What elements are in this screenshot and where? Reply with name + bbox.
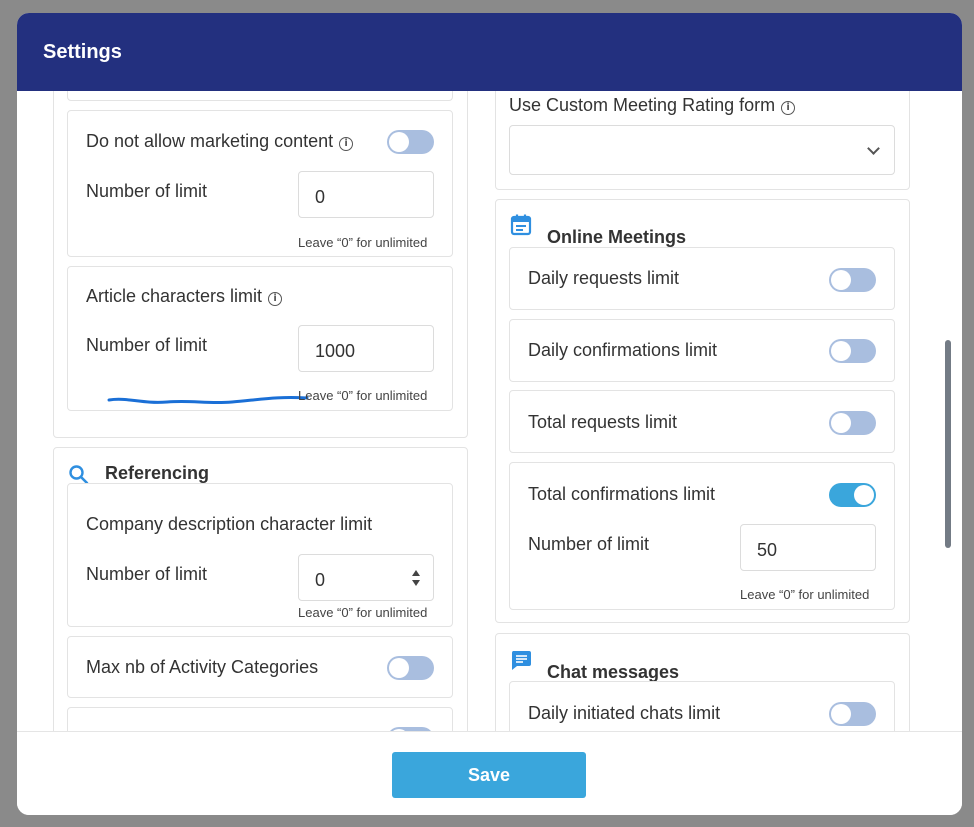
toggle-knob <box>831 270 851 290</box>
info-icon[interactable]: i <box>268 292 283 306</box>
total-confirmations-limit-label: Number of limit <box>528 534 650 554</box>
chevron-down-icon[interactable] <box>867 142 880 155</box>
marketing-limit-input[interactable]: 0 <box>298 171 434 218</box>
save-button[interactable]: Save <box>392 752 586 798</box>
company-desc-limit-label: Number of limit <box>86 564 208 584</box>
modal-title: Settings <box>43 41 122 63</box>
calendar-icon <box>510 214 532 236</box>
toggle-knob <box>389 658 409 678</box>
company-desc-limit-hint: Leave “0” for unlimited <box>298 605 428 620</box>
annotation-underline <box>107 395 309 405</box>
rating-select[interactable] <box>509 125 895 175</box>
daily-requests-label: Daily requests limit <box>528 268 680 288</box>
info-icon[interactable]: i <box>339 137 354 151</box>
company-desc-label: Company description character limit <box>86 514 373 534</box>
marketing-toggle[interactable] <box>387 130 434 154</box>
referencing-title: Referencing <box>105 463 210 483</box>
company-desc-limit-value: 0 <box>315 570 326 590</box>
modal-body[interactable]: Do not allow marketing content i Number o… <box>17 91 962 731</box>
modal-footer: Save <box>17 731 962 815</box>
article-label-text: Article characters limit <box>86 286 263 306</box>
toggle-knob <box>831 341 851 361</box>
marketing-label-text: Do not allow marketing content <box>86 131 334 151</box>
chat-messages-title: Chat messages <box>547 662 680 682</box>
modal-header: Settings <box>17 13 962 91</box>
daily-requests-toggle[interactable] <box>829 268 876 292</box>
rating-label: Use Custom Meeting Rating form i <box>509 95 796 116</box>
daily-confirmations-label: Daily confirmations limit <box>528 340 718 360</box>
online-meetings-title: Online Meetings <box>547 227 687 247</box>
daily-initiated-chats-label: Daily initiated chats limit <box>528 703 721 723</box>
rating-label-text: Use Custom Meeting Rating form <box>509 95 776 115</box>
article-label: Article characters limit i <box>86 286 283 307</box>
previous-setting-card <box>67 91 453 101</box>
stepper-down-icon[interactable] <box>412 580 420 586</box>
daily-initiated-chats-toggle[interactable] <box>829 702 876 726</box>
article-limit-label: Number of limit <box>86 335 208 355</box>
article-limit-input[interactable]: 1000 <box>298 325 434 372</box>
toggle-knob <box>854 485 874 505</box>
toggle-knob <box>831 413 851 433</box>
stepper-up-icon[interactable] <box>412 570 420 576</box>
total-confirmations-limit-input[interactable]: 50 <box>740 524 876 571</box>
total-requests-label: Total requests limit <box>528 412 678 432</box>
total-confirmations-toggle[interactable] <box>829 483 876 507</box>
settings-modal: Settings Do not allow marketing content i… <box>17 13 962 815</box>
total-requests-toggle[interactable] <box>829 411 876 435</box>
marketing-limit-label: Number of limit <box>86 181 208 201</box>
info-icon[interactable]: i <box>781 101 796 115</box>
activity-toggle[interactable] <box>387 656 434 680</box>
marketing-label: Do not allow marketing content i <box>86 131 354 152</box>
total-confirmations-label: Total confirmations limit <box>528 484 716 504</box>
marketing-limit-hint: Leave “0” for unlimited <box>298 235 428 250</box>
toggle-knob <box>389 132 409 152</box>
article-limit-hint: Leave “0” for unlimited <box>298 388 428 403</box>
vertical-scrollbar[interactable] <box>945 340 951 548</box>
number-stepper[interactable] <box>411 569 421 589</box>
company-desc-limit-input[interactable]: 0 <box>298 554 434 601</box>
toggle-knob <box>831 704 851 724</box>
chat-icon <box>511 651 531 670</box>
daily-confirmations-toggle[interactable] <box>829 339 876 363</box>
activity-label: Max nb of Activity Categories <box>86 657 319 677</box>
total-confirmations-limit-hint: Leave “0” for unlimited <box>740 587 870 602</box>
